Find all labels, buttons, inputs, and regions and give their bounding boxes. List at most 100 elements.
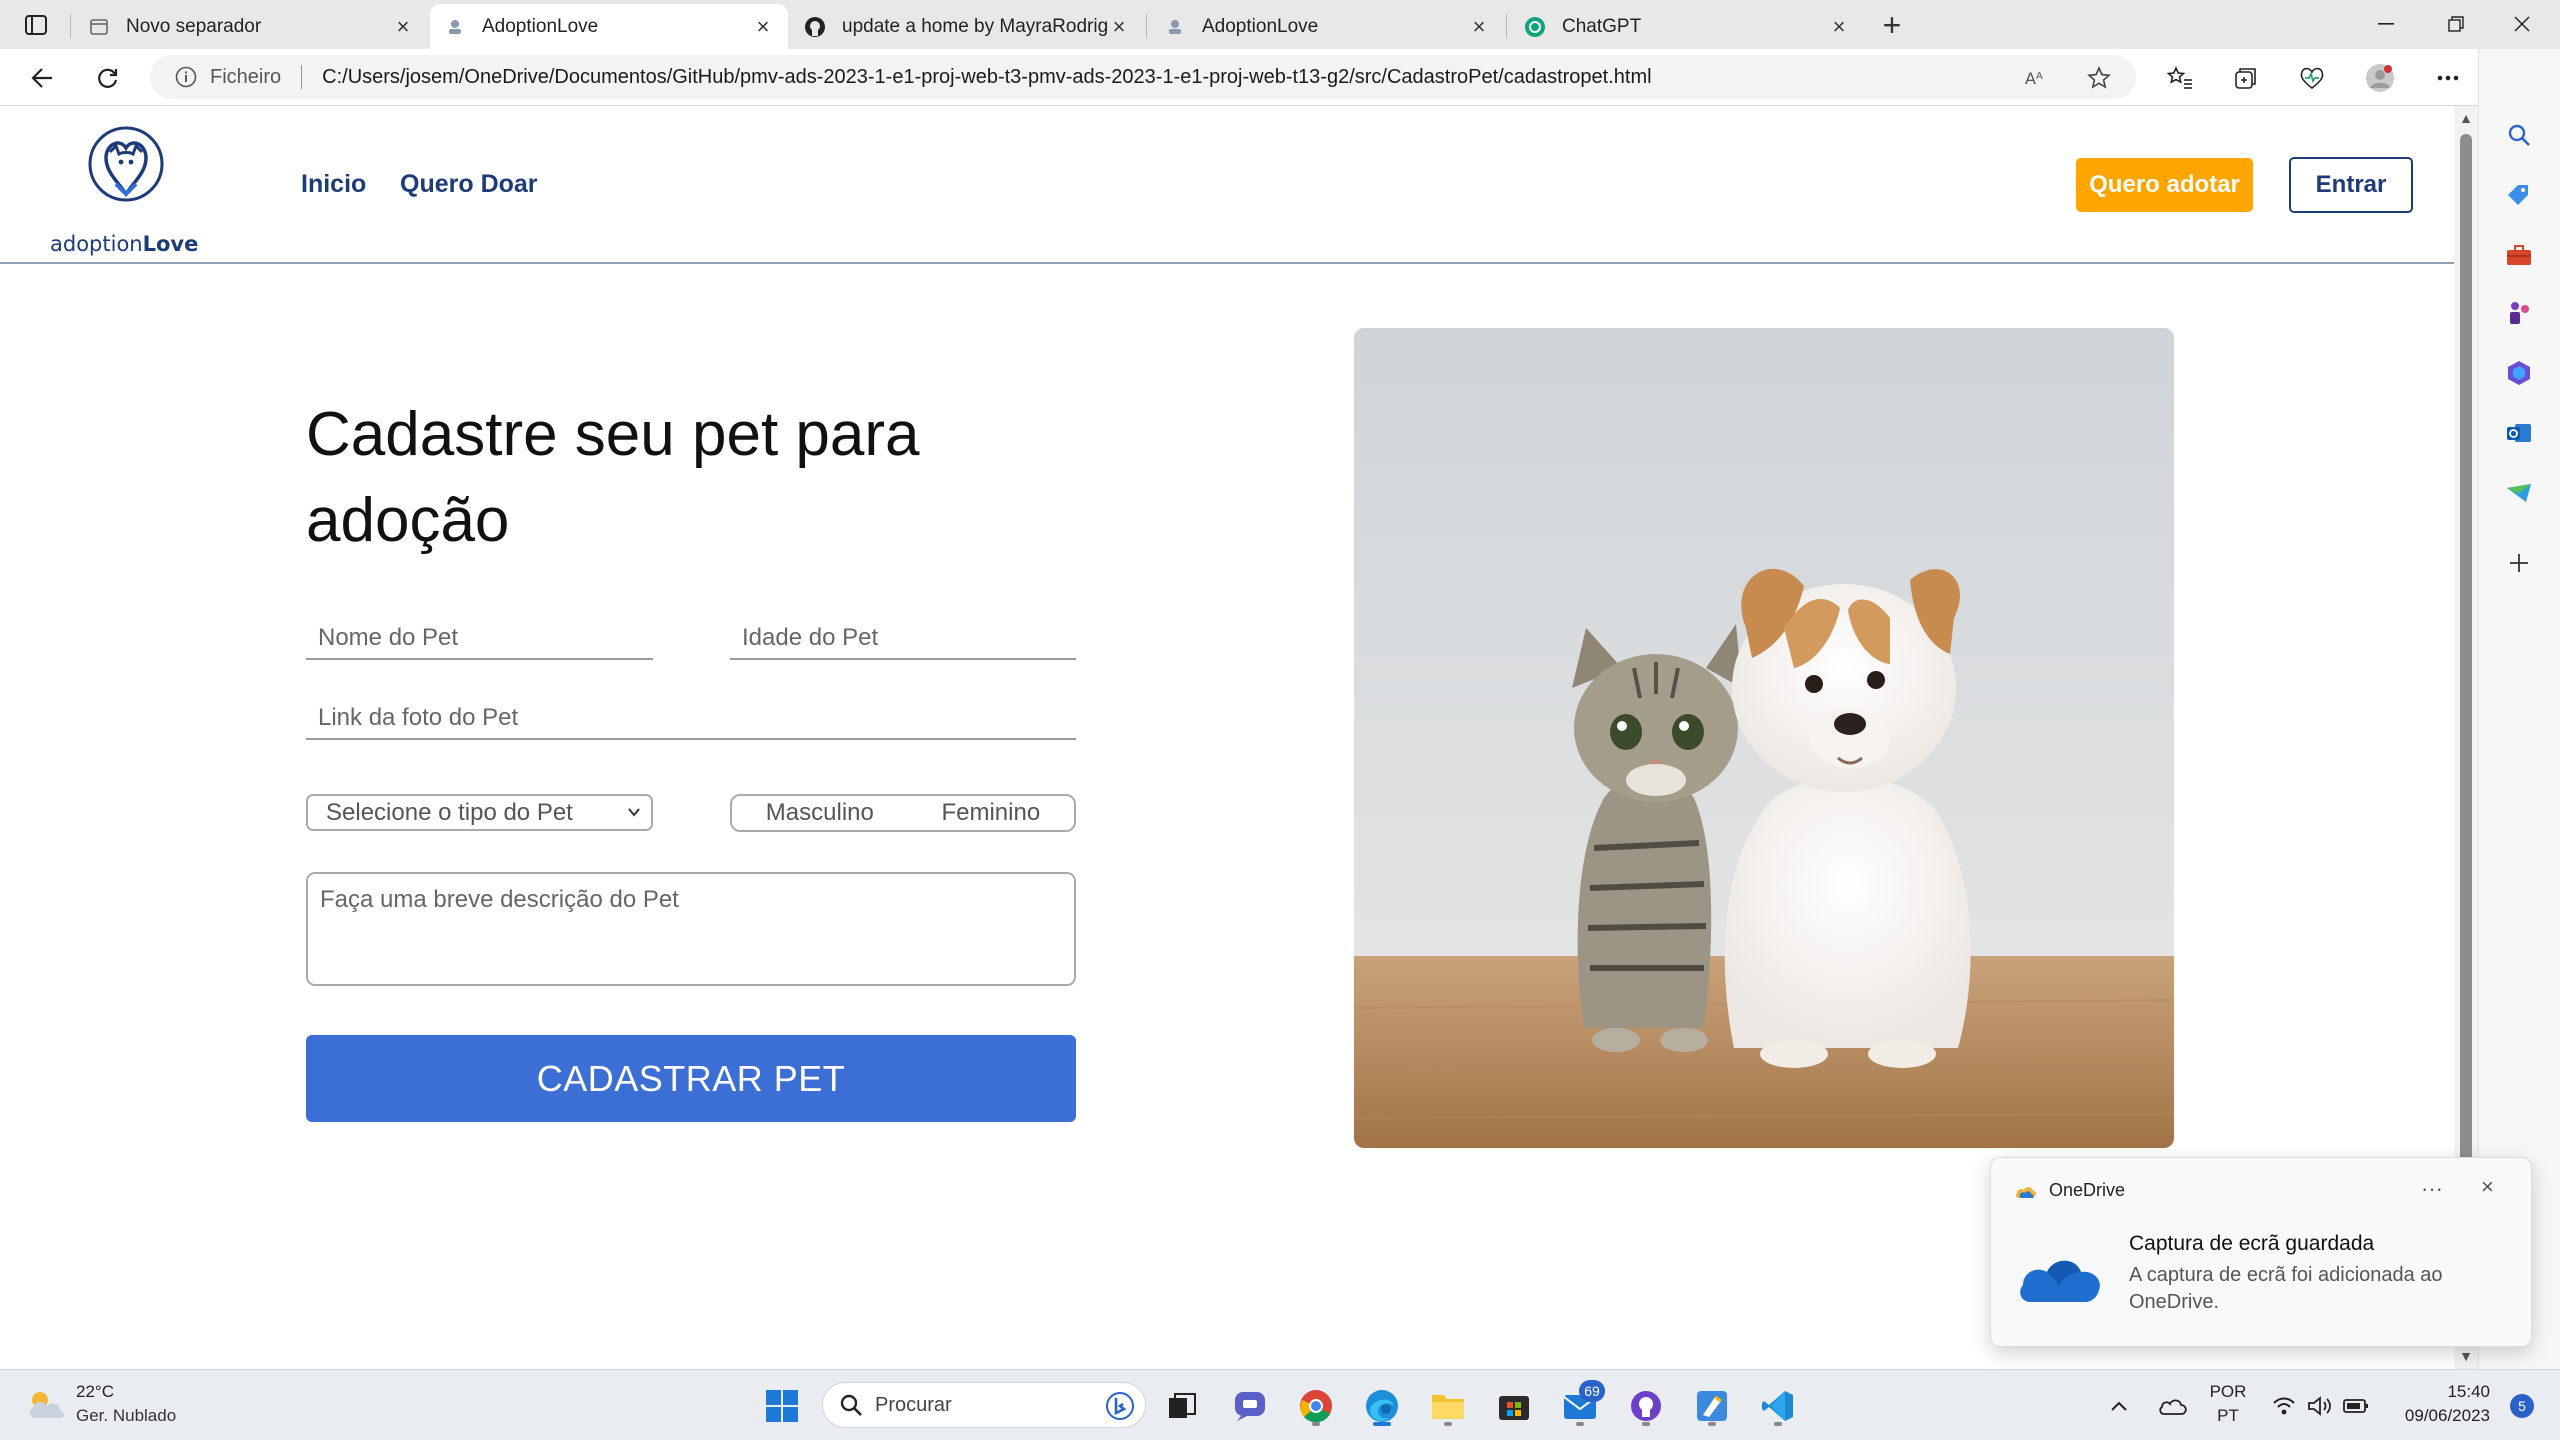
- clock-date[interactable]: 09/06/2023: [2380, 1406, 2490, 1426]
- logo-text-plain: adoption: [50, 232, 143, 256]
- language-line1[interactable]: POR: [2204, 1382, 2252, 1402]
- running-indicator: [1312, 1422, 1320, 1426]
- tab-separator: [70, 14, 71, 38]
- browser-toolbar: Ficheiro C:/Users/josem/OneDrive/Documen…: [0, 49, 2560, 106]
- running-indicator: [1576, 1422, 1584, 1426]
- running-indicator: [1642, 1422, 1650, 1426]
- battery-icon[interactable]: [2340, 1384, 2372, 1428]
- restore-icon[interactable]: [2434, 6, 2478, 42]
- shopping-tag-icon[interactable]: [2499, 175, 2539, 215]
- adopt-button[interactable]: Quero adotar: [2076, 158, 2253, 212]
- send-drop-icon[interactable]: [2499, 473, 2539, 513]
- pet-name-field[interactable]: Nome do Pet: [306, 616, 653, 660]
- onedrive-small-icon: [2015, 1187, 2037, 1198]
- paint-icon[interactable]: [1690, 1384, 1734, 1428]
- window-close-icon[interactable]: [2500, 6, 2544, 42]
- language-line2[interactable]: PT: [2204, 1406, 2252, 1426]
- pet-type-select[interactable]: Selecione o tipo do Pet: [306, 794, 653, 831]
- active-indicator: [1373, 1422, 1391, 1426]
- close-icon[interactable]: ×: [1828, 14, 1850, 39]
- close-icon[interactable]: ×: [2481, 1174, 2494, 1200]
- file-explorer-icon[interactable]: [1426, 1384, 1470, 1428]
- new-tab-button[interactable]: +: [1874, 7, 1910, 43]
- tab-adoptionlove-active[interactable]: AdoptionLove ×: [430, 4, 788, 49]
- favorites-icon[interactable]: [2160, 59, 2200, 97]
- onedrive-tray-icon[interactable]: [2156, 1384, 2190, 1428]
- tab-chatgpt[interactable]: ChatGPT ×: [1510, 4, 1864, 49]
- tab-title: ChatGPT: [1562, 15, 1642, 37]
- search-label: Procurar: [875, 1393, 952, 1416]
- outlook-icon[interactable]: [2499, 413, 2539, 453]
- show-hidden-icons-chevron-up-icon[interactable]: [2104, 1384, 2134, 1428]
- chrome-icon[interactable]: [1294, 1384, 1338, 1428]
- read-aloud-icon[interactable]: AA: [2022, 63, 2052, 93]
- gender-option-masculino[interactable]: Masculino: [766, 799, 874, 827]
- task-view-icon[interactable]: [1160, 1384, 1204, 1428]
- info-icon[interactable]: [174, 65, 198, 89]
- weather-cloudy-icon[interactable]: [24, 1386, 68, 1422]
- pet-age-field[interactable]: Idade do Pet: [730, 616, 1076, 660]
- close-icon[interactable]: ×: [1108, 14, 1130, 39]
- windows-taskbar: 22°C Ger. Nublado Procurar 69 POR PT 15:…: [0, 1369, 2560, 1440]
- cat-and-puppy-photo: [1354, 328, 2174, 1148]
- wifi-icon[interactable]: [2268, 1384, 2300, 1428]
- tab-title: AdoptionLove: [1202, 15, 1319, 37]
- minimize-icon[interactable]: [2364, 6, 2408, 42]
- microsoft365-icon[interactable]: [2499, 353, 2539, 393]
- more-options-icon[interactable]: ···: [2421, 1176, 2443, 1202]
- tab-github[interactable]: update a home by MayraRodrigu ×: [790, 4, 1144, 49]
- pet-age-placeholder: Idade do Pet: [742, 624, 879, 651]
- logo-wordmark: adoptionLove: [50, 232, 198, 256]
- windows-start-icon[interactable]: [760, 1384, 804, 1428]
- pet-heart-logo-icon: [88, 126, 164, 202]
- sidebar-search-icon[interactable]: [2499, 115, 2539, 155]
- url-scheme-label: Ficheiro: [210, 65, 282, 88]
- settings-more-icon[interactable]: [2428, 59, 2468, 97]
- chatgpt-icon: [1524, 16, 1546, 38]
- page-favicon-icon: [1164, 16, 1186, 38]
- reload-icon[interactable]: [88, 59, 128, 97]
- tools-briefcase-icon[interactable]: [2499, 235, 2539, 275]
- tab-adoptionlove[interactable]: AdoptionLove ×: [1150, 4, 1504, 49]
- microsoft-store-icon[interactable]: [1492, 1384, 1536, 1428]
- page-favicon-icon: [444, 16, 466, 38]
- volume-icon[interactable]: [2304, 1384, 2336, 1428]
- profile-avatar-icon[interactable]: [2360, 59, 2400, 97]
- collections-icon[interactable]: [2226, 59, 2266, 97]
- tab-new-tab[interactable]: Novo separador ×: [74, 4, 428, 49]
- close-icon[interactable]: ×: [752, 14, 774, 39]
- vscode-icon[interactable]: [1756, 1384, 1800, 1428]
- add-sidebar-app-icon[interactable]: [2499, 543, 2539, 583]
- nav-quero-doar-link[interactable]: Quero Doar: [400, 170, 538, 199]
- description-textarea[interactable]: Faça uma breve descrição do Pet: [306, 872, 1076, 986]
- back-icon[interactable]: [22, 59, 62, 97]
- edge-icon[interactable]: [1360, 1384, 1404, 1428]
- photo-link-field[interactable]: Link da foto do Pet: [306, 696, 1076, 740]
- gender-selector: Masculino Feminino: [730, 794, 1076, 832]
- submit-pet-button[interactable]: CADASTRAR PET: [306, 1035, 1076, 1122]
- gender-option-feminino[interactable]: Feminino: [941, 799, 1040, 827]
- browser-essentials-icon[interactable]: [2292, 59, 2332, 97]
- github-desktop-icon[interactable]: [1624, 1384, 1668, 1428]
- close-icon[interactable]: ×: [392, 14, 414, 39]
- running-indicator: [1708, 1422, 1716, 1426]
- login-button[interactable]: Entrar: [2289, 157, 2413, 213]
- taskbar-search-box[interactable]: Procurar: [822, 1382, 1146, 1428]
- favorite-star-icon[interactable]: [2084, 63, 2114, 93]
- nav-inicio-link[interactable]: Inicio: [301, 170, 366, 199]
- scroll-up-icon[interactable]: ▲: [2458, 110, 2474, 126]
- logo-text-bold: Love: [142, 232, 199, 256]
- clock-time[interactable]: 15:40: [2380, 1382, 2490, 1402]
- scroll-down-icon[interactable]: ▼: [2458, 1348, 2474, 1364]
- close-icon[interactable]: ×: [1468, 14, 1490, 39]
- scroll-thumb[interactable]: [2460, 134, 2472, 1264]
- svg-text:A: A: [2025, 69, 2036, 88]
- url-text[interactable]: C:/Users/josem/OneDrive/Documentos/GitHu…: [322, 66, 1651, 89]
- games-icon[interactable]: [2499, 293, 2539, 333]
- site-logo[interactable]: adoptionLove: [48, 124, 203, 256]
- tab-actions-icon[interactable]: [18, 10, 54, 40]
- teams-chat-icon[interactable]: [1228, 1384, 1272, 1428]
- address-bar[interactable]: Ficheiro C:/Users/josem/OneDrive/Documen…: [150, 55, 2136, 99]
- onedrive-toast-notification[interactable]: OneDrive ··· × Captura de ecrã guardada …: [1990, 1157, 2532, 1347]
- notification-count-badge[interactable]: 5: [2510, 1394, 2534, 1418]
